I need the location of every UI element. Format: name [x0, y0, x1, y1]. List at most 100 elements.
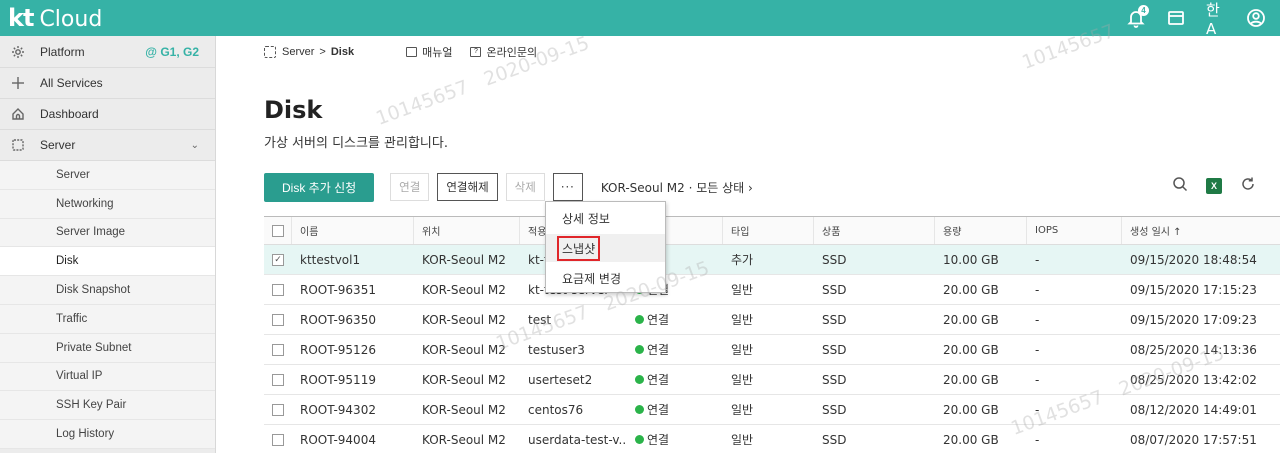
sidebar-sub-traffic[interactable]: Traffic	[0, 304, 215, 334]
sidebar-sub-ssh-key-pair[interactable]: SSH Key Pair	[0, 391, 215, 421]
table-row[interactable]: ✓ kttestvol1 KOR-Seoul M2 kt-te 추가 SSD 10.00 G…	[264, 245, 1280, 275]
more-actions-button[interactable]: ···	[552, 173, 583, 201]
table-row[interactable]: ROOT-95126 KOR-Seoul M2 testuser3 연결 일반 SSD 20…	[264, 335, 1280, 365]
server-icon	[264, 46, 276, 58]
disconnect-button[interactable]: 연결해제	[437, 173, 498, 201]
row-checkbox[interactable]	[272, 313, 284, 326]
add-disk-button[interactable]: Disk 추가 신청	[264, 172, 375, 202]
row-attached-server-text: test	[528, 312, 552, 327]
breadcrumb-parent[interactable]: Server	[282, 46, 314, 58]
sidebar-sub-server[interactable]: Server	[0, 161, 215, 190]
row-status: 연결	[627, 425, 723, 453]
row-location-text: KOR-Seoul M2	[422, 402, 506, 417]
col-header-name[interactable]: 이름	[292, 217, 414, 244]
more-actions-dropdown: 상세 정보 스냅샷 요금제 변경	[545, 201, 666, 293]
row-checkbox[interactable]	[272, 343, 284, 356]
inquiry-link-label: 온라인문의	[486, 47, 538, 59]
plus-icon	[6, 76, 30, 90]
user-account-icon[interactable]	[1246, 8, 1266, 28]
row-status: 연결	[627, 395, 723, 424]
row-size: 20.00 GB	[935, 305, 1027, 334]
connect-button[interactable]: 연결	[390, 173, 430, 201]
table-row[interactable]: ROOT-94302 KOR-Seoul M2 centos76 연결 일반 SSD 20.…	[264, 395, 1280, 425]
excel-export-icon[interactable]: X	[1206, 177, 1222, 194]
table-row[interactable]: ROOT-96350 KOR-Seoul M2 test 연결 일반 SSD 20.00 G…	[264, 305, 1280, 335]
select-all-checkbox[interactable]	[271, 224, 284, 237]
row-checkbox[interactable]	[272, 283, 284, 296]
col-header-size[interactable]: 용량	[935, 217, 1027, 244]
sidebar-sub-server-image[interactable]: Server Image	[0, 218, 215, 248]
sidebar-sub-disk-snapshot[interactable]: Disk Snapshot	[0, 276, 215, 305]
search-icon[interactable]	[1172, 176, 1188, 195]
col-header-iops[interactable]: IOPS	[1027, 217, 1122, 244]
row-checkbox[interactable]	[272, 373, 284, 386]
logo-kt: kt	[8, 4, 34, 32]
table-header: 이름 위치 적용 타입 상품 용량 IOPS 생성 일시 ↑	[264, 216, 1280, 245]
sidebar-sub-networking[interactable]: Networking	[0, 189, 215, 219]
row-status-text: 연결	[647, 343, 670, 357]
language-icon[interactable]: 한A	[1206, 1, 1226, 38]
row-size: 20.00 GB	[935, 395, 1027, 424]
row-created-text: 09/15/2020 17:09:23	[1130, 312, 1257, 327]
row-name-text: ROOT-96351	[300, 282, 376, 297]
dropdown-item-snapshot[interactable]: 스냅샷	[546, 234, 665, 262]
col-header-location[interactable]: 위치	[414, 217, 520, 244]
breadcrumb: Server > Disk 매뉴얼 ? 온라인문의	[264, 44, 537, 60]
row-location: KOR-Seoul M2	[414, 305, 520, 334]
status-dot-icon	[635, 345, 644, 354]
sidebar-platform[interactable]: Platform @ G1, G2	[0, 36, 215, 68]
sidebar-item-dashboard[interactable]: Dashboard	[0, 99, 215, 130]
row-iops-text: -	[1035, 372, 1040, 387]
row-attached-server: userteset2	[520, 365, 627, 394]
platform-value[interactable]: @ G1, G2	[145, 45, 199, 59]
billing-card-icon[interactable]	[1166, 8, 1186, 28]
row-iops: -	[1027, 335, 1122, 364]
row-product-text: SSD	[822, 342, 847, 357]
row-product-text: SSD	[822, 432, 847, 447]
row-select-cell	[264, 395, 292, 424]
status-dot-icon	[635, 405, 644, 414]
status-dot-icon	[635, 315, 644, 324]
col-header-product[interactable]: 상품	[814, 217, 935, 244]
server-icon	[6, 138, 30, 152]
col-header-type[interactable]: 타입	[723, 217, 814, 244]
region-status-filter[interactable]: KOR-Seoul M2 · 모든 상태 ›	[601, 179, 753, 196]
row-type: 일반	[723, 335, 814, 364]
delete-button[interactable]: 삭제	[505, 173, 545, 201]
question-icon: ?	[470, 47, 482, 57]
notification-bell-icon[interactable]: 4	[1126, 5, 1149, 28]
manual-link[interactable]: 매뉴얼	[406, 44, 452, 60]
row-type-text: 일반	[731, 373, 754, 387]
toolbar: Disk 추가 신청 연결 연결해제 삭제 ··· KOR-Seoul M2 ·…	[264, 172, 753, 202]
col-header-created[interactable]: 생성 일시 ↑	[1122, 217, 1280, 244]
row-name-text: kttestvol1	[300, 252, 361, 267]
row-attached-server: centos76	[520, 395, 627, 424]
refresh-icon[interactable]	[1240, 176, 1256, 195]
row-checkbox[interactable]	[272, 433, 284, 446]
row-checkbox[interactable]	[272, 403, 284, 416]
row-name-text: ROOT-96350	[300, 312, 376, 327]
row-checkbox[interactable]: ✓	[272, 253, 284, 266]
row-iops-text: -	[1035, 252, 1040, 267]
dropdown-item-details[interactable]: 상세 정보	[546, 204, 665, 232]
table-row[interactable]: ROOT-96351KOR-Seoul M2kt-test-server-연결일…	[264, 275, 1280, 305]
sidebar-item-server[interactable]: Server ⌄	[0, 130, 215, 161]
row-select-cell	[264, 365, 292, 394]
sidebar-item-all-services[interactable]: All Services	[0, 68, 215, 99]
sidebar-sub-disk[interactable]: Disk	[0, 247, 215, 277]
row-size-text: 20.00 GB	[943, 402, 999, 417]
row-type: 일반	[723, 305, 814, 334]
row-size: 20.00 GB	[935, 275, 1027, 304]
kt-cloud-logo[interactable]: kt Cloud	[8, 4, 102, 32]
table-row[interactable]: ROOT-94004 KOR-Seoul M2 userdata-test-v...…	[264, 425, 1280, 453]
table-row[interactable]: ROOT-95119 KOR-Seoul M2 userteset2 연결 일반 SSD 2…	[264, 365, 1280, 395]
dropdown-item-change-plan[interactable]: 요금제 변경	[546, 264, 665, 292]
row-select-cell	[264, 425, 292, 453]
sidebar-sub-private-subnet[interactable]: Private Subnet	[0, 333, 215, 363]
sidebar-item-label: All Services	[40, 76, 103, 90]
row-select-cell	[264, 275, 292, 304]
sidebar-sub-log-history[interactable]: Log History	[0, 420, 215, 449]
sidebar-sub-virtual-ip[interactable]: Virtual IP	[0, 362, 215, 392]
inquiry-link[interactable]: ? 온라인문의	[470, 44, 537, 60]
breadcrumb-current: Disk	[330, 46, 355, 58]
